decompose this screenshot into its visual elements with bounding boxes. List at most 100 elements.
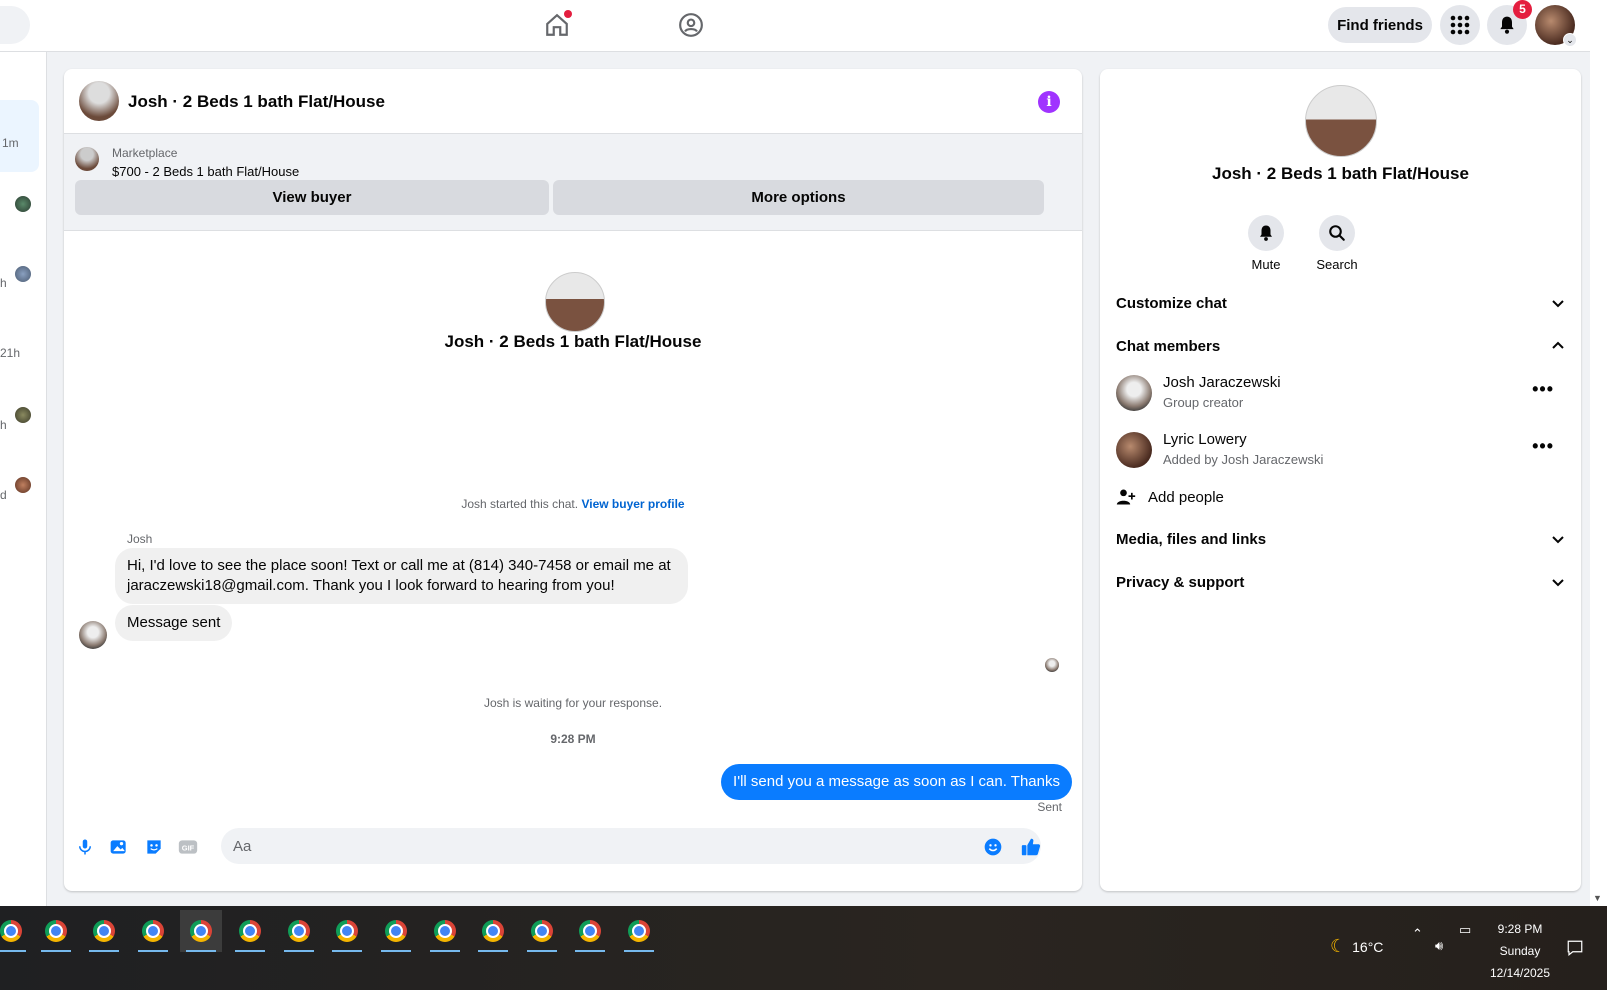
member-name[interactable]: Lyric Lowery — [1163, 431, 1247, 448]
clock-time: 9:28 PM — [1497, 922, 1543, 936]
privacy-support-section[interactable]: Privacy & support — [1116, 570, 1566, 594]
temperature: 16°C — [1352, 938, 1384, 955]
moon-icon: ☾ — [1330, 936, 1347, 956]
sticker-button[interactable] — [142, 835, 166, 859]
chat-started-notice: Josh started this chat. View buyer profi… — [64, 497, 1082, 511]
section-title: Privacy & support — [1116, 573, 1245, 591]
taskbar-app-button[interactable] — [278, 910, 320, 952]
chrome-icon — [336, 920, 358, 942]
taskbar-app-button[interactable] — [132, 910, 174, 952]
member-avatar[interactable] — [1116, 375, 1152, 411]
chevron-up-icon — [1552, 341, 1564, 349]
taskbar-app-button[interactable] — [35, 910, 77, 952]
windows-taskbar: ☾ 16°C ⌃ 🔊︎ ▭ 9:28 PM Sunday 12/14/2025 — [0, 906, 1607, 990]
more-options-icon[interactable]: ••• — [1532, 379, 1554, 400]
chat-details-avatar[interactable] — [1305, 85, 1377, 157]
chat-list-avatar[interactable] — [15, 266, 31, 282]
taskbar-running-indicator — [381, 950, 411, 952]
more-options-button[interactable]: More options — [553, 180, 1044, 215]
view-buyer-profile-link[interactable]: View buyer profile — [581, 497, 684, 511]
mute-action[interactable]: Mute — [1236, 215, 1296, 272]
chat-list-avatar[interactable] — [15, 407, 31, 423]
view-buyer-button[interactable]: View buyer — [75, 180, 549, 215]
bell-icon — [1260, 225, 1272, 241]
menu-button[interactable] — [1440, 5, 1480, 45]
voice-clip-button[interactable] — [73, 835, 97, 859]
svg-text:GIF: GIF — [182, 843, 195, 852]
taskbar-running-indicator — [284, 950, 314, 952]
mute-button[interactable] — [1248, 215, 1284, 251]
notifications-button[interactable]: 5 — [1487, 0, 1532, 45]
system-clock[interactable]: 9:28 PM Sunday 12/14/2025 — [1480, 918, 1560, 984]
chat-members-section[interactable]: Chat members — [1116, 334, 1566, 358]
clock-date: 12/14/2025 — [1489, 966, 1551, 980]
taskbar-app-button[interactable] — [375, 910, 417, 952]
media-files-links-section[interactable]: Media, files and links — [1116, 527, 1566, 551]
taskbar-app-button[interactable] — [424, 910, 466, 952]
listing-thumbnail[interactable] — [75, 147, 99, 171]
scroll-down-arrow-icon[interactable]: ▼ — [1593, 893, 1602, 903]
taskbar-running-indicator — [89, 950, 119, 952]
taskbar-app-button[interactable] — [472, 910, 514, 952]
incoming-message-bubble[interactable]: Hi, I'd love to see the place soon! Text… — [115, 548, 688, 604]
listing-title[interactable]: $700 - 2 Beds 1 bath Flat/House — [112, 164, 299, 179]
member-avatar[interactable] — [1116, 432, 1152, 468]
taskbar-app-button[interactable] — [229, 910, 271, 952]
speaker-icon[interactable]: 🔊︎ — [1435, 938, 1443, 954]
taskbar-app-button[interactable] — [326, 910, 368, 952]
incoming-message-bubble[interactable]: Message sent — [115, 605, 233, 641]
taskbar-app-button[interactable] — [521, 910, 563, 952]
taskbar-app-button[interactable] — [0, 910, 32, 952]
outgoing-message-bubble[interactable]: I'll send you a message as soon as I can… — [721, 764, 1072, 800]
sender-name: Josh — [127, 532, 153, 546]
like-button[interactable] — [1019, 835, 1043, 859]
conversation-title[interactable]: Josh · 2 Beds 1 bath Flat/House — [128, 92, 385, 112]
attach-photo-button[interactable] — [107, 835, 131, 859]
chat-list-avatar[interactable] — [15, 196, 31, 212]
home-nav-button[interactable] — [542, 10, 572, 40]
taskbar-app-button-active[interactable] — [180, 910, 222, 952]
chevron-up-icon[interactable]: ⌃ — [1412, 926, 1423, 942]
taskbar-app-button[interactable] — [569, 910, 611, 952]
chrome-icon — [628, 920, 650, 942]
thumbs-up-icon — [1021, 838, 1041, 856]
more-options-icon[interactable]: ••• — [1532, 436, 1554, 457]
chevron-down-icon — [1552, 536, 1564, 544]
taskbar-app-button[interactable] — [83, 910, 125, 952]
chat-list-time: h — [0, 418, 7, 432]
marketplace-label: Marketplace — [112, 146, 178, 160]
chrome-icon — [288, 920, 310, 942]
find-friends-button[interactable]: Find friends — [1328, 7, 1432, 43]
sender-avatar[interactable] — [79, 621, 107, 649]
page-scrollbar[interactable] — [1590, 0, 1607, 906]
chat-member-row[interactable]: Josh Jaraczewski Group creator ••• — [1116, 371, 1566, 415]
gif-button[interactable]: GIF — [176, 835, 200, 859]
add-people-button[interactable]: Add people — [1116, 487, 1224, 507]
intro-title: Josh · 2 Beds 1 bath Flat/House — [444, 332, 702, 351]
add-people-label: Add people — [1148, 488, 1224, 506]
chat-list-avatar[interactable] — [15, 477, 31, 493]
intro-avatar[interactable] — [545, 272, 605, 332]
search-button[interactable] — [1319, 215, 1355, 251]
notification-count-badge: 5 — [1513, 0, 1532, 19]
section-title: Media, files and links — [1116, 530, 1267, 548]
customize-chat-section[interactable]: Customize chat — [1116, 291, 1566, 315]
search-field-stub[interactable] — [0, 6, 30, 44]
action-center-button[interactable] — [1566, 939, 1584, 962]
message-input[interactable] — [221, 828, 1041, 864]
chat-member-row[interactable]: Lyric Lowery Added by Josh Jaraczewski •… — [1116, 428, 1566, 472]
groups-nav-button[interactable] — [676, 10, 706, 40]
search-action[interactable]: Search — [1307, 215, 1367, 272]
waiting-notice: Josh is waiting for your response. — [483, 696, 663, 710]
section-title: Chat members — [1116, 337, 1221, 355]
conversation-avatar[interactable] — [79, 81, 119, 121]
member-role: Added by Josh Jaraczewski — [1163, 452, 1324, 467]
emoji-button[interactable] — [981, 835, 1005, 859]
weather-widget[interactable]: ☾ 16°C — [1330, 936, 1383, 957]
member-name[interactable]: Josh Jaraczewski — [1163, 374, 1281, 391]
network-icon[interactable]: ▭ — [1459, 922, 1471, 938]
info-icon[interactable]: i — [1038, 91, 1060, 113]
chrome-icon — [45, 920, 67, 942]
taskbar-app-button[interactable] — [618, 910, 660, 952]
account-avatar-button[interactable]: ⌄ — [1535, 5, 1577, 47]
